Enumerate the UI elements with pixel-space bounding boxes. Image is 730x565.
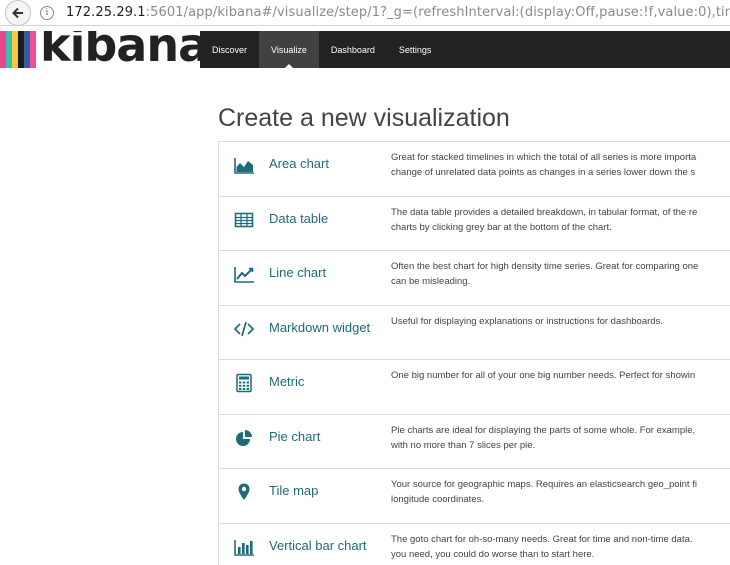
vis-type-description: Useful for displaying explanations or in… <box>391 314 730 329</box>
vis-type-description: Your source for geographic maps. Require… <box>391 477 730 507</box>
vis-type-markdown-widget[interactable]: Markdown widget Useful for displaying exp… <box>219 306 730 360</box>
nav-tab-discover[interactable]: Discover <box>200 31 259 68</box>
vis-type-metric[interactable]: Metric One big number for all of your one… <box>219 360 730 415</box>
vis-type-name: Tile map <box>269 483 319 498</box>
description-line: longitude coordinates. <box>391 494 484 505</box>
description-line: Pie charts are ideal for displaying the … <box>391 424 696 436</box>
logo-text: kibana <box>40 31 200 68</box>
url-field[interactable]: 172.25.29.1:5601/app/kibana#/visualize/s… <box>66 5 730 20</box>
description-line: you need, you could do worse than to sta… <box>391 548 595 560</box>
nav-tab-visualize[interactable]: Visualize <box>259 31 319 68</box>
vis-type-data-table[interactable]: Data table The data table provides a deta… <box>219 197 730 251</box>
description-line: Great for stacked timelines in which the… <box>391 152 697 163</box>
vis-type-description: The data table provides a detailed break… <box>391 205 730 235</box>
kibana-navbar: kibana Discover Visualize Dashboard Setting… <box>0 31 730 68</box>
description-line: Your source for geographic maps. Require… <box>391 479 697 490</box>
vis-type-description: Pie charts are ideal for displaying the … <box>391 423 730 453</box>
vis-type-vertical-bar-chart[interactable]: Vertical bar chart The goto chart for oh-… <box>219 524 730 565</box>
nav-tab-dashboard[interactable]: Dashboard <box>319 31 387 68</box>
logo-color-bars <box>0 31 36 68</box>
back-arrow-icon <box>12 7 23 19</box>
vis-type-name: Pie chart <box>269 428 321 444</box>
vis-type-name: Markdown widget <box>269 319 371 335</box>
vis-type-name: Area chart <box>269 156 329 171</box>
vis-type-name: Vertical bar chart <box>269 537 367 553</box>
nav-tab-label: Settings <box>398 44 432 55</box>
url-host: 172.25.29.1 <box>66 5 146 20</box>
back-button[interactable] <box>5 0 31 26</box>
map-marker-icon <box>233 482 255 502</box>
logo-bar <box>30 31 36 68</box>
description-line: The data table provides a detailed break… <box>391 206 698 218</box>
calculator-icon <box>233 373 255 393</box>
vis-type-name: Line chart <box>269 265 327 280</box>
nav-tab-settings[interactable]: Settings <box>387 31 444 68</box>
info-icon[interactable]: i <box>40 6 54 20</box>
page-title: Create a new visualization <box>218 104 510 132</box>
description-line: Often the best chart for high density ti… <box>391 261 699 272</box>
vis-type-area-chart[interactable]: Area chart Great for stacked timelines in… <box>219 142 730 197</box>
vis-type-line-chart[interactable]: Line chart Often the best chart for high … <box>219 251 730 306</box>
kibana-logo[interactable]: kibana <box>0 31 200 68</box>
visualization-type-list: Area chart Great for stacked timelines in… <box>218 141 730 565</box>
nav-tab-label: Dashboard <box>330 44 375 55</box>
bar-chart-icon <box>233 537 255 557</box>
url-path: :5601/app/kibana#/visualize/step/1?_g=(r… <box>145 5 730 20</box>
vis-type-description: Great for stacked timelines in which the… <box>391 150 730 180</box>
vis-type-pie-chart[interactable]: Pie chart Pie charts are ideal for displa… <box>219 415 730 469</box>
vis-type-description: Often the best chart for high density ti… <box>391 259 730 289</box>
description-line: Useful for displaying explanations or in… <box>391 315 663 327</box>
browser-address-bar: i 172.25.29.1:5601/app/kibana#/visualize… <box>0 0 730 26</box>
code-icon <box>233 319 255 339</box>
description-line: The goto chart for oh-so-many needs. Gre… <box>391 533 693 545</box>
vis-type-name: Data table <box>269 210 329 226</box>
nav-tabs: Discover Visualize Dashboard Settings <box>200 31 443 68</box>
vis-type-name: Metric <box>269 374 305 389</box>
table-icon <box>233 210 255 230</box>
vis-type-tile-map[interactable]: Tile map Your source for geographic maps.… <box>219 469 730 524</box>
vis-type-description: One big number for all of your one big n… <box>391 368 730 383</box>
description-line: charts by clicking grey bar at the botto… <box>391 221 612 233</box>
description-line: One big number for all of your one big n… <box>391 370 696 381</box>
nav-tab-label: Discover <box>212 44 248 55</box>
nav-tab-label: Visualize <box>271 44 307 55</box>
line-chart-icon <box>233 264 255 284</box>
vis-type-description: The goto chart for oh-so-many needs. Gre… <box>391 532 730 562</box>
active-tab-caret-icon <box>284 64 293 68</box>
description-line: can be misleading. <box>391 276 471 287</box>
description-line: change of unrelated data points as chang… <box>391 167 696 178</box>
description-line: with no more than 7 slices per pie. <box>391 439 536 451</box>
area-chart-icon <box>233 155 255 175</box>
pie-chart-icon <box>233 428 255 448</box>
